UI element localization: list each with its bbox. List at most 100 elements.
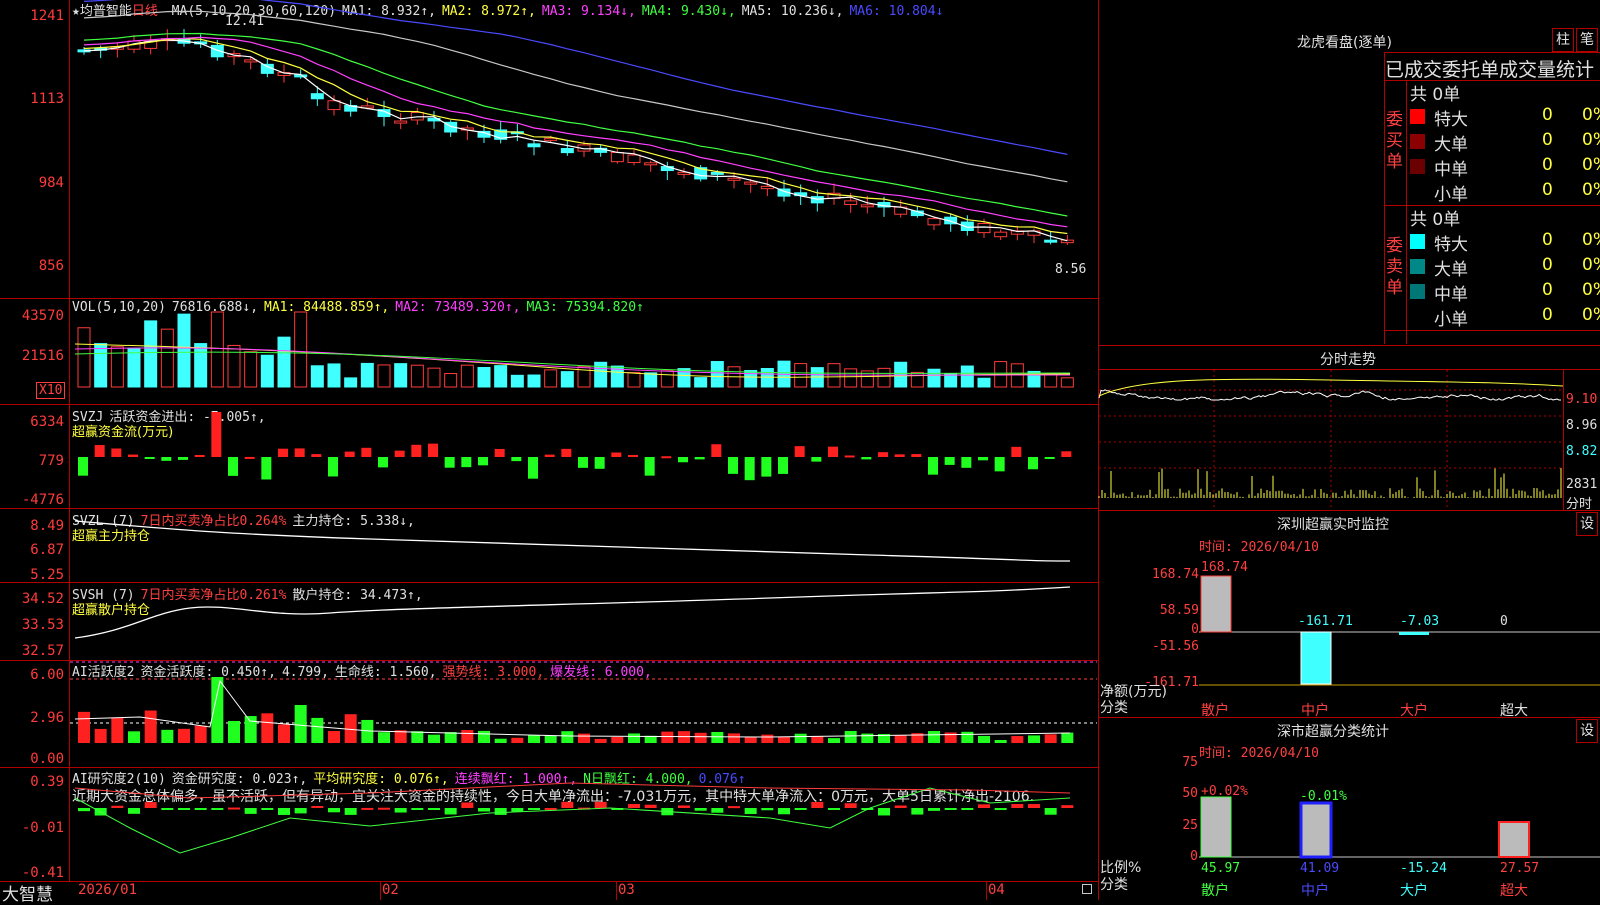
research-bar — [461, 802, 474, 808]
volume-bar — [244, 351, 258, 388]
y-tick-ai1-2: 0.00 — [30, 751, 64, 767]
bar-mid — [1300, 631, 1332, 685]
ai-activity-chart[interactable] — [70, 661, 1097, 767]
volume-bar — [644, 372, 658, 388]
kline-candle — [710, 171, 724, 175]
volume-bar — [494, 365, 508, 388]
y-tick-main-1: 1113 — [30, 91, 64, 107]
svsh-line — [74, 586, 1071, 639]
research-bar — [511, 808, 524, 812]
activity-bar — [1011, 736, 1024, 743]
svzl-line — [74, 520, 1071, 562]
vol-unit-badge: X10 — [36, 382, 66, 399]
activity-bar — [428, 734, 440, 743]
price-line — [1098, 389, 1561, 401]
research-bar — [811, 801, 824, 808]
y-tick-svzl-2: 5.25 — [30, 567, 64, 583]
sz-class-bar-chart[interactable] — [1199, 760, 1600, 860]
intraday-title: 分时走势 — [1320, 352, 1376, 368]
svzj-bar — [328, 457, 338, 477]
ai-research-chart[interactable] — [70, 768, 1097, 881]
svzj-bar — [661, 456, 672, 459]
volume-bar — [410, 364, 424, 388]
sell-xl-pct: 0% — [1582, 230, 1600, 250]
research-bar — [594, 801, 607, 808]
divider-xaxis — [0, 881, 1098, 882]
svzj-bar — [128, 454, 138, 457]
volume-bar — [544, 369, 558, 388]
activity-bar — [561, 731, 574, 743]
volume-bar — [277, 336, 291, 388]
kline-candle — [544, 137, 558, 141]
volume-chart[interactable] — [70, 299, 1097, 404]
brand-label[interactable]: 大智慧 — [2, 880, 53, 905]
svzj-bar — [894, 454, 905, 457]
y-tick-svsh-0: 34.52 — [21, 591, 64, 607]
svzj-bar — [478, 457, 488, 466]
pen-mode-button[interactable]: 笔 — [1576, 28, 1598, 52]
research-avg-line — [74, 782, 1071, 799]
research-bar — [828, 808, 840, 810]
ma-line — [83, 0, 1068, 155]
sz-class-val-2: -15.24 — [1400, 861, 1447, 876]
svsh-line-chart[interactable] — [70, 583, 1097, 660]
sell-l-pct: 0% — [1582, 255, 1600, 275]
intraday-tick-3: 2831 — [1566, 477, 1598, 492]
sz-monitor-bar-chart[interactable] — [1199, 560, 1600, 700]
svzj-bar — [244, 456, 255, 459]
sell-xl-label: 特大 — [1434, 235, 1468, 255]
sz-monitor-xlabel: 分类 — [1100, 700, 1128, 716]
activity-bar — [661, 731, 674, 743]
svzj-bar — [828, 446, 838, 457]
sz-monitor-settings-button[interactable]: 设 — [1576, 512, 1598, 536]
research-bar — [744, 808, 757, 815]
svzj-bar — [878, 452, 888, 457]
buy-xl-pct: 0% — [1582, 105, 1600, 125]
research-bar — [78, 808, 90, 812]
svzj-bar — [278, 448, 288, 457]
kline-candle — [977, 222, 991, 234]
volume-bar — [94, 343, 108, 388]
svzj-bar-chart[interactable] — [70, 405, 1097, 508]
volume-bar — [744, 370, 758, 388]
activity-bar — [478, 730, 490, 743]
sz-class-pct-0: +0.02% — [1201, 784, 1248, 799]
svzl-line-chart[interactable] — [70, 509, 1097, 582]
activity-bar — [894, 735, 907, 743]
stats-title: 已成交委托单成交量统计 — [1385, 59, 1595, 81]
activity-bar — [628, 733, 640, 743]
kline-candle — [1044, 239, 1058, 243]
volume-bar — [310, 365, 324, 388]
sell-s-pct: 0% — [1582, 305, 1600, 325]
lock-icon[interactable] — [1082, 884, 1092, 894]
activity-bar — [78, 711, 90, 743]
bar-mode-button[interactable]: 柱 — [1552, 28, 1574, 52]
class-bar-xl — [1498, 821, 1530, 858]
volume-bar — [794, 363, 808, 388]
svzj-bar — [111, 448, 122, 457]
kline-candle — [394, 120, 408, 124]
volume-bar — [977, 377, 991, 388]
volume-bar — [510, 374, 524, 388]
intraday-chart[interactable] — [1098, 370, 1564, 510]
sz-class-settings-button[interactable]: 设 — [1576, 719, 1598, 743]
sell-s-count: 0 — [1542, 305, 1553, 325]
research-bar — [528, 808, 540, 810]
svzj-bar — [978, 457, 988, 461]
buy-m-swatch — [1410, 159, 1425, 174]
research-bar — [494, 808, 507, 815]
kline-candle — [844, 200, 858, 206]
sz-class-tick-0: 75 — [1182, 755, 1198, 770]
kline-chart[interactable] — [70, 0, 1097, 298]
svzj-bar — [994, 457, 1005, 472]
research-bar — [478, 808, 490, 812]
activity-bar — [828, 738, 840, 743]
activity-bar — [694, 732, 707, 743]
activity-bar — [794, 733, 807, 743]
activity-bar — [728, 733, 740, 743]
sz-class-title: 深市超赢分类统计 — [1277, 724, 1389, 740]
svzj-bar — [294, 448, 305, 457]
research-bar — [561, 801, 574, 808]
activity-bar — [144, 710, 157, 743]
stats-group-border — [1406, 80, 1407, 344]
